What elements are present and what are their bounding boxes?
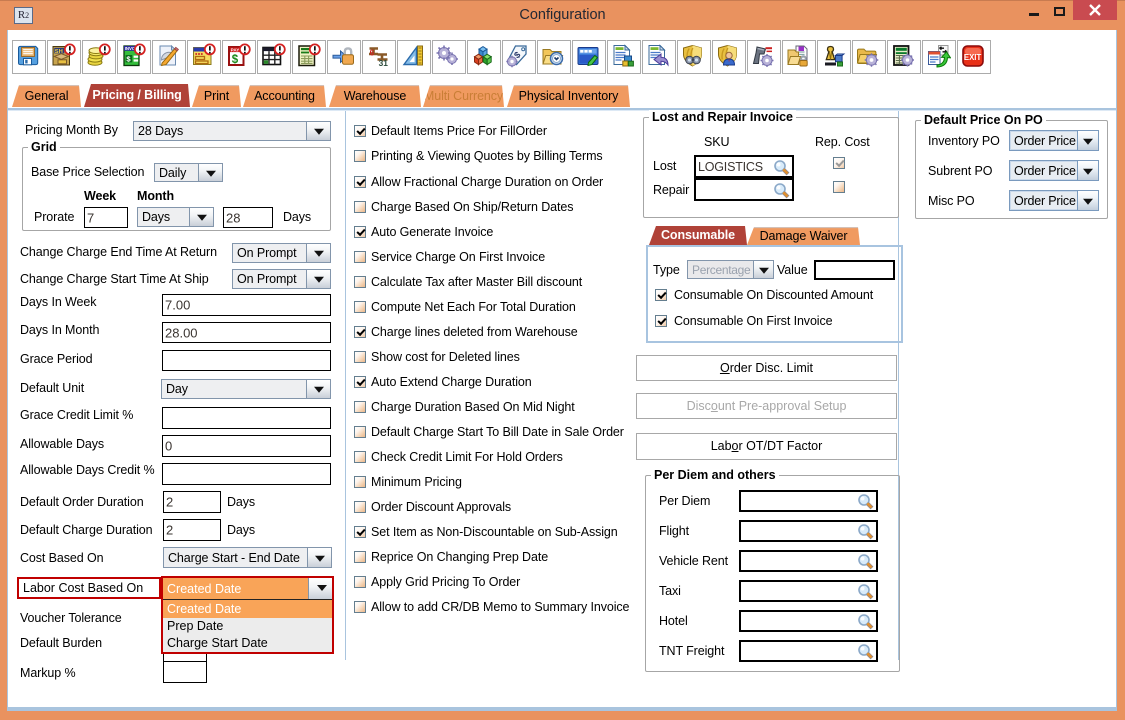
svg-text:PAY: PAY [231, 47, 240, 52]
svg-text:$: $ [232, 54, 239, 66]
svg-text:6: 6 [370, 49, 375, 58]
svg-text:31: 31 [379, 58, 389, 68]
svg-text:EXIT: EXIT [964, 53, 982, 62]
